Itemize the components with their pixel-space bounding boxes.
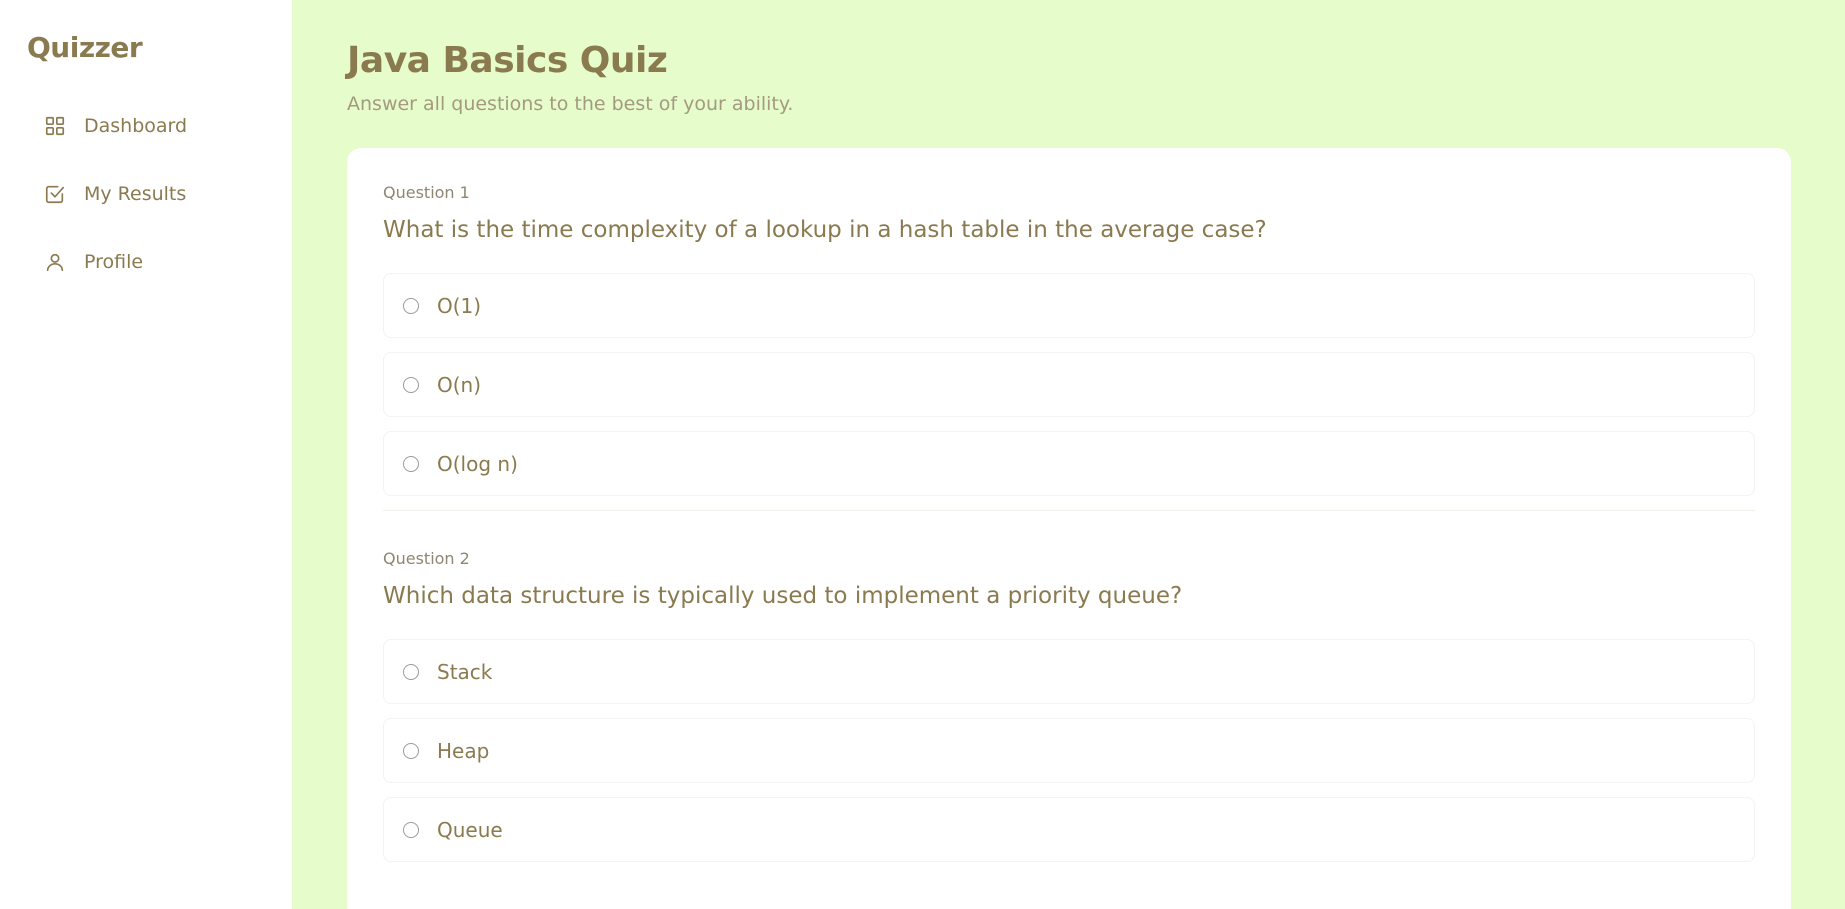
radio-button[interactable] <box>403 821 419 838</box>
sidebar: Quizzer Dashboard My Results Profile <box>0 0 292 909</box>
radio-button[interactable] <box>403 663 419 680</box>
answer-options: Stack Heap Queue <box>383 639 1755 862</box>
answer-options: O(1) O(n) O(log n) <box>383 273 1755 496</box>
radio-button[interactable] <box>403 455 419 472</box>
page-title: Java Basics Quiz <box>347 40 668 81</box>
question-text: Which data structure is typically used t… <box>383 583 1183 609</box>
answer-option[interactable]: Stack <box>383 639 1755 704</box>
question-block: Question 1 What is the time complexity o… <box>383 183 1755 511</box>
radio-button[interactable] <box>403 297 419 314</box>
question-number: Question 2 <box>383 549 470 568</box>
answer-option-label: Stack <box>437 659 493 684</box>
sidebar-nav: Dashboard My Results Profile <box>0 98 292 290</box>
question-divider <box>383 510 1755 511</box>
answer-option[interactable]: O(1) <box>383 273 1755 338</box>
answer-option-label: Queue <box>437 817 503 842</box>
question-number: Question 1 <box>383 183 470 202</box>
question-text: What is the time complexity of a lookup … <box>383 217 1267 243</box>
page-subtitle: Answer all questions to the best of your… <box>347 93 794 115</box>
main-content: Java Basics Quiz Answer all questions to… <box>292 0 1845 909</box>
sidebar-item-profile[interactable]: Profile <box>27 234 267 290</box>
radio-button[interactable] <box>403 376 419 393</box>
answer-option[interactable]: O(n) <box>383 352 1755 417</box>
grid-icon <box>44 115 66 137</box>
answer-option-label: O(log n) <box>437 451 518 476</box>
brand-logo[interactable]: Quizzer <box>0 30 292 66</box>
sidebar-item-label: My Results <box>84 183 187 205</box>
answer-option-label: Heap <box>437 738 490 763</box>
answer-option[interactable]: Heap <box>383 718 1755 783</box>
sidebar-item-label: Profile <box>84 251 144 273</box>
answer-option-label: O(n) <box>437 372 482 397</box>
sidebar-item-label: Dashboard <box>84 115 188 137</box>
app: Quizzer Dashboard My Results Profile Jav… <box>0 0 1845 909</box>
answer-option[interactable]: O(log n) <box>383 431 1755 496</box>
sidebar-item-my-results[interactable]: My Results <box>27 166 267 222</box>
checkbox-icon <box>44 183 66 205</box>
answer-option-label: O(1) <box>437 293 482 318</box>
answer-option[interactable]: Queue <box>383 797 1755 862</box>
user-icon <box>44 251 66 273</box>
sidebar-item-dashboard[interactable]: Dashboard <box>27 98 267 154</box>
quiz-card: Question 1 What is the time complexity o… <box>347 148 1791 909</box>
question-block: Question 2 Which data structure is typic… <box>383 549 1755 862</box>
radio-button[interactable] <box>403 742 419 759</box>
